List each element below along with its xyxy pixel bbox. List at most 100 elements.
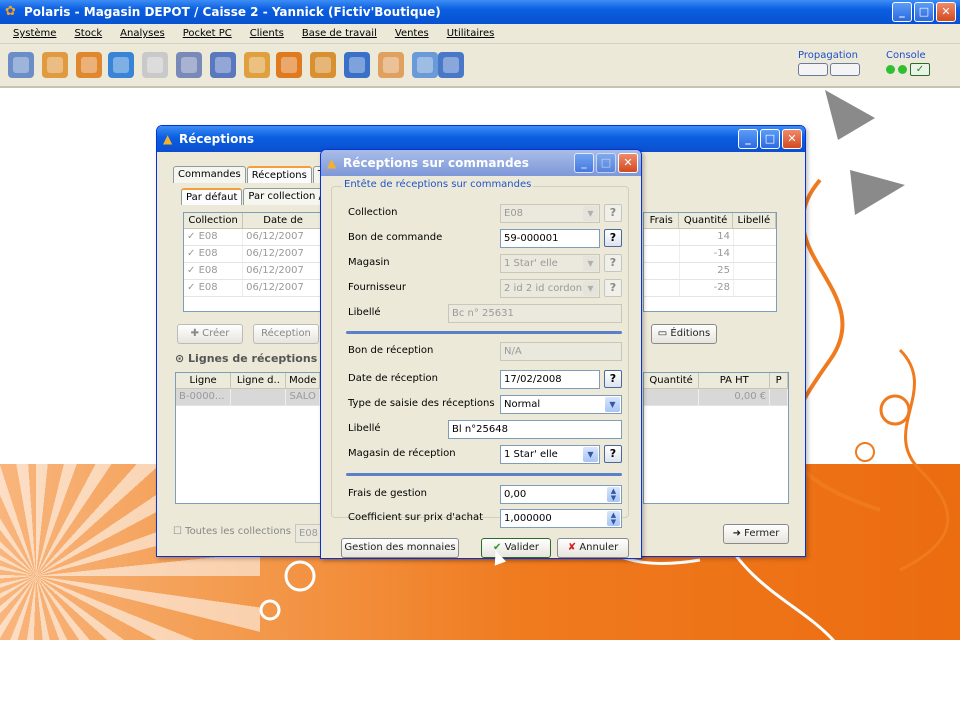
receptions-grid-right[interactable]: Frais Quantité Libellé 14 -14 25 -28	[643, 212, 777, 312]
receptions-sur-commandes-dialog: ▲ Réceptions sur commandes _ □ ✕ Entête …	[320, 149, 642, 559]
open-book-icon[interactable]	[438, 52, 464, 78]
chevron-down-icon: ▼	[583, 256, 598, 271]
receptions-subtabs: Par défaut Par collection / n	[181, 188, 337, 205]
receptions-maximize-button[interactable]: □	[760, 129, 780, 149]
menu-ventes[interactable]: Ventes	[386, 28, 438, 39]
app-maximize-button[interactable]: □	[914, 2, 934, 22]
gestion-monnaies-button[interactable]: Gestion des monnaies	[341, 538, 459, 558]
coefficient-field[interactable]: 1,000000 ▲ ▼	[500, 509, 622, 528]
col-libelle[interactable]: Libellé	[733, 213, 776, 228]
bon-commande-field[interactable]: 59-000001	[500, 229, 600, 248]
collection-filter-field[interactable]: E08	[295, 524, 323, 543]
type-saisie-select[interactable]: Normal ▼	[500, 395, 622, 414]
bon-reception-field[interactable]: N/A	[500, 342, 622, 361]
magasin-help-button[interactable]: ?	[604, 254, 622, 272]
fournisseur-select[interactable]: 2 id 2 id cordonie ▼	[500, 279, 600, 298]
menu-analyses[interactable]: Analyses	[111, 28, 174, 39]
type-saisie-label: Type de saisie des réceptions	[348, 398, 495, 409]
table-row[interactable]: -28	[644, 280, 776, 297]
col-ligne[interactable]: Ligne	[176, 373, 232, 388]
receptions-close-button[interactable]: ✕	[782, 129, 802, 149]
receptions-minimize-button[interactable]: _	[738, 129, 758, 149]
document-edit-icon[interactable]	[42, 52, 68, 78]
dialog-maximize-button[interactable]: □	[596, 153, 616, 173]
archive-icon[interactable]	[344, 52, 370, 78]
libelle-field[interactable]: Bc n° 25631	[448, 304, 622, 323]
frais-gestion-field[interactable]: 0,00 ▲ ▼	[500, 485, 622, 504]
fournisseur-help-button[interactable]: ?	[604, 279, 622, 297]
receptions-grid-left[interactable]: Collection Date de ✓ E08 06/12/2007 ✓ E08…	[183, 212, 325, 312]
col-mode[interactable]: Mode	[286, 373, 320, 388]
magasin-reception-select[interactable]: 1 Star' elle ▼	[500, 445, 600, 464]
menu-systeme[interactable]: Système	[4, 28, 65, 39]
collection-help-button[interactable]: ?	[604, 204, 622, 222]
ruler-icon[interactable]	[176, 52, 202, 78]
app-minimize-button[interactable]: _	[892, 2, 912, 22]
create-button[interactable]: ✚ Créer	[177, 324, 243, 344]
chevron-down-icon: ▼	[605, 397, 620, 412]
collection-select[interactable]: E08 ▼	[500, 204, 600, 223]
lines-grid-right[interactable]: Quantité PA HT P 0,00 €	[643, 372, 789, 504]
propagation-indicator-1[interactable]	[798, 63, 828, 76]
app-title-text: Polaris - Magasin DEPOT / Caisse 2 - Yan…	[24, 5, 441, 19]
date-reception-field[interactable]: 17/02/2008	[500, 370, 600, 389]
console-check-icon[interactable]: ✓	[910, 63, 930, 76]
bon-commande-help-button[interactable]: ?	[604, 229, 622, 247]
libelle-reception-field[interactable]: Bl n°25648	[448, 420, 622, 439]
date-reception-help-button[interactable]: ?	[604, 370, 622, 388]
download-icon[interactable]	[76, 52, 102, 78]
shopping-bag-icon[interactable]	[412, 52, 438, 78]
table-row[interactable]: ✓ E08 06/12/2007	[184, 229, 324, 246]
menu-pocket-pc[interactable]: Pocket PC	[174, 28, 241, 39]
table-row[interactable]: 25	[644, 263, 776, 280]
tab-commandes[interactable]: Commandes	[173, 166, 246, 183]
col-quantite[interactable]: Quantité	[679, 213, 733, 228]
table-row[interactable]: -14	[644, 246, 776, 263]
menu-stock[interactable]: Stock	[65, 28, 111, 39]
tag-icon[interactable]	[142, 52, 168, 78]
chevron-down-icon: ▼	[583, 447, 598, 462]
menu-utilitaires[interactable]: Utilitaires	[438, 28, 504, 39]
menu-clients[interactable]: Clients	[241, 28, 293, 39]
spinner-icon[interactable]: ▲ ▼	[607, 487, 620, 502]
col-collection[interactable]: Collection	[184, 213, 244, 228]
col-frais[interactable]: Frais	[644, 213, 680, 228]
receptions-window-title: Réceptions	[179, 132, 254, 146]
propagation-indicator-2[interactable]	[830, 63, 860, 76]
table-row[interactable]: 14	[644, 229, 776, 246]
subtab-par-defaut[interactable]: Par défaut	[181, 188, 243, 205]
users-icon[interactable]	[378, 52, 404, 78]
menu-base-de-travail[interactable]: Base de travail	[293, 28, 386, 39]
table-row[interactable]: B-0000... SALO	[176, 389, 320, 406]
pie-chart-icon[interactable]	[310, 52, 336, 78]
chevron-down-icon: ▼	[583, 281, 598, 296]
globe-icon[interactable]	[276, 52, 302, 78]
app-close-button[interactable]: ✕	[936, 2, 956, 22]
magasin-reception-help-button[interactable]: ?	[604, 445, 622, 463]
transfer-arrows-icon[interactable]	[108, 52, 134, 78]
table-row[interactable]: ✓ E08 06/12/2007	[184, 280, 324, 297]
calendar-icon[interactable]	[244, 52, 270, 78]
col-ligne-d[interactable]: Ligne d..	[231, 373, 287, 388]
money-bag-icon[interactable]	[8, 52, 34, 78]
col-lines-quantite[interactable]: Quantité	[644, 373, 700, 388]
dialog-minimize-button[interactable]: _	[574, 153, 594, 173]
register-icon[interactable]	[210, 52, 236, 78]
magasin-label: Magasin	[348, 257, 390, 268]
all-collections-checkbox[interactable]: ☐ Toutes les collections	[173, 526, 291, 537]
magasin-select[interactable]: 1 Star' elle ▼	[500, 254, 600, 273]
lines-grid-left[interactable]: Ligne Ligne d.. Mode B-0000... SALO	[175, 372, 321, 504]
close-button[interactable]: ➜ Fermer	[723, 524, 789, 544]
editions-button[interactable]: ▭ Éditions	[651, 324, 717, 344]
table-row[interactable]: ✓ E08 06/12/2007	[184, 246, 324, 263]
table-row[interactable]: 0,00 €	[644, 389, 788, 406]
col-pa-ht[interactable]: PA HT	[699, 373, 771, 388]
col-date[interactable]: Date de	[243, 213, 324, 228]
table-row[interactable]: ✓ E08 06/12/2007	[184, 263, 324, 280]
dialog-close-button[interactable]: ✕	[618, 153, 638, 173]
spinner-icon[interactable]: ▲ ▼	[607, 511, 620, 526]
annuler-button[interactable]: ✘ Annuler	[557, 538, 629, 558]
reception-button[interactable]: Réception	[253, 324, 319, 344]
tab-receptions[interactable]: Réceptions	[246, 166, 312, 183]
col-p[interactable]: P	[770, 373, 788, 388]
